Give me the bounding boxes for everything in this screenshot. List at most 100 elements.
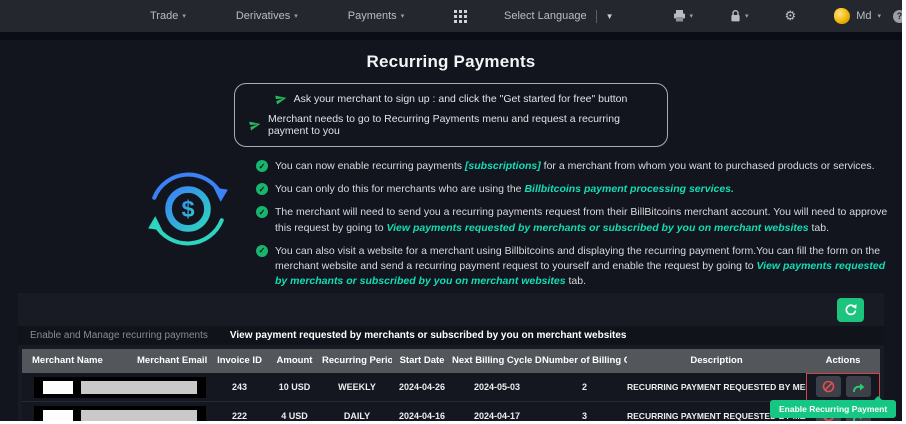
settings-button[interactable]: ⚙ <box>785 8 797 24</box>
avatar <box>834 8 851 24</box>
paper-plane-icon <box>249 121 261 131</box>
tab-bar: Enable and Manage recurring payments Vie… <box>18 325 884 345</box>
cell-invoice-id: 243 <box>231 381 248 392</box>
info-text: Merchant needs to go to Recurring Paymen… <box>268 113 620 137</box>
username: Md <box>856 10 872 22</box>
chevron-down-icon: ▾ <box>294 13 298 20</box>
col-actions: Actions <box>825 355 861 367</box>
intro-section: $ ✓ You can now enable recurring payment… <box>142 159 902 290</box>
cell-start-date: 2024-04-16 <box>398 410 446 421</box>
cell-start-date: 2024-04-26 <box>398 381 446 392</box>
bullet-text: tab. <box>565 275 587 288</box>
bullet-highlight: [subscriptions] <box>464 160 541 172</box>
enable-recurring-button[interactable] <box>845 376 871 398</box>
list-item: ✓ You can only do this for merchants who… <box>256 182 892 197</box>
ban-icon <box>822 380 834 393</box>
bullet-list: ✓ You can now enable recurring payments … <box>256 159 892 290</box>
nav-trade[interactable]: Trade ▾ <box>150 10 186 22</box>
bullet-text: for a merchant from whom you want to pur… <box>540 160 875 172</box>
list-item: ✓ You can now enable recurring payments … <box>256 159 892 174</box>
main-nav: Trade ▾ Derivatives ▾ Payments ▾ <box>150 9 468 23</box>
table-header: Merchant Name Merchant Email Invoice ID … <box>22 348 880 373</box>
col-description: Description <box>690 355 743 367</box>
bullet-highlight: Billbitcoins payment processing services… <box>524 183 734 196</box>
nav-payments-label: Payments <box>347 10 397 22</box>
help-icon[interactable]: ? <box>893 9 902 23</box>
list-item: ✓ The merchant will need to send you a r… <box>256 205 892 235</box>
cell-actions <box>806 372 880 401</box>
redo-arrow-icon <box>853 382 865 392</box>
col-num-cycles: Number of Billing Cycles <box>542 355 627 367</box>
cell-description: RECURRING PAYMENT REQUESTED BY MERCHANT <box>627 381 806 392</box>
info-line: Merchant needs to go to Recurring Paymen… <box>249 113 653 137</box>
bullet-text: tab. <box>808 221 830 234</box>
info-box: Ask your merchant to sign up : and click… <box>234 83 668 147</box>
recurring-payments-panel: Enable and Manage recurring payments Vie… <box>18 292 897 421</box>
refresh-button[interactable] <box>837 297 864 322</box>
refresh-icon <box>844 303 857 315</box>
language-label: Select Language <box>504 10 587 22</box>
info-line: Ask your merchant to sign up : and click… <box>249 93 653 105</box>
chevron-down-icon: ▾ <box>689 13 694 20</box>
cell-invoice-id: 222 <box>231 410 248 421</box>
tab-enable-manage[interactable]: Enable and Manage recurring payments <box>30 330 208 341</box>
divider <box>595 9 597 23</box>
paper-plane-icon <box>274 95 287 105</box>
cell-next-billing: 2024-05-03 <box>473 381 521 392</box>
col-merchant-email: Merchant Email <box>137 355 208 367</box>
col-merchant-name: Merchant Name <box>32 355 103 367</box>
page-title: Recurring Payments <box>366 52 536 71</box>
printer-menu[interactable]: ▾ <box>672 9 694 23</box>
bullet-text: You can only do this for merchants who a… <box>275 183 525 196</box>
col-invoice-id: Invoice ID <box>217 355 262 367</box>
security-menu[interactable]: ▾ <box>729 9 749 23</box>
chevron-down-icon: ▾ <box>400 13 405 20</box>
check-circle-icon: ✓ <box>256 206 268 219</box>
apps-grid-icon[interactable] <box>454 9 468 23</box>
tab-view-requested[interactable]: View payment requested by merchants or s… <box>230 330 627 341</box>
cell-next-billing: 2024-04-17 <box>473 410 521 421</box>
top-navbar: Trade ▾ Derivatives ▾ Payments ▾ Select … <box>0 0 902 32</box>
check-circle-icon: ✓ <box>256 160 268 172</box>
cancel-recurring-button[interactable] <box>815 376 841 398</box>
col-recurring-period: Recurring Period <box>322 355 392 367</box>
col-next-billing: Next Billing Cycle Date <box>452 355 542 367</box>
cell-num-cycles: 2 <box>581 381 587 392</box>
lock-icon <box>731 10 740 22</box>
nav-derivatives-label: Derivatives <box>235 10 291 22</box>
svg-text:$: $ <box>181 196 194 222</box>
nav-derivatives[interactable]: Derivatives ▾ <box>236 10 298 22</box>
col-amount: Amount <box>276 355 313 367</box>
list-item: ✓ You can also visit a website for a mer… <box>256 244 892 290</box>
cell-num-cycles: 3 <box>581 410 587 421</box>
chevron-down-icon: ▾ <box>745 13 749 20</box>
cell-recurring-period: DAILY <box>343 410 371 421</box>
language-selector[interactable]: Select Language ▼ <box>504 9 614 23</box>
cell-amount: 4 USD <box>281 410 308 421</box>
check-circle-icon: ✓ <box>256 244 268 257</box>
check-circle-icon: ✓ <box>256 183 268 196</box>
cell-recurring-period: WEEKLY <box>338 381 376 392</box>
chevron-down-icon: ▼ <box>605 11 614 21</box>
user-menu[interactable]: Md ▾ <box>834 8 881 24</box>
bullet-link[interactable]: View payments requested by merchants or … <box>387 222 809 234</box>
nav-trade-label: Trade <box>150 10 179 22</box>
divider <box>0 32 902 40</box>
nav-payments[interactable]: Payments ▾ <box>348 10 404 22</box>
bullet-text: You can now enable recurring payments <box>275 160 465 172</box>
navbar-right: Select Language ▼ ▾ ▾ ⚙ Md ▾ ? <box>504 8 902 24</box>
enable-recurring-tooltip: Enable Recurring Payment <box>770 395 897 418</box>
app-window: Trade ▾ Derivatives ▾ Payments ▾ Select … <box>0 0 902 421</box>
table-row: 243 10 USD WEEKLY 2024-04-26 2024-05-03 … <box>22 372 880 402</box>
main-content: Recurring Payments Ask your merchant to … <box>0 40 902 421</box>
info-text: Ask your merchant to sign up : and click… <box>293 93 628 105</box>
gear-icon: ⚙ <box>784 8 797 23</box>
recurring-dollar-icon: $ <box>142 163 234 290</box>
chevron-down-icon: ▾ <box>877 13 881 20</box>
printer-icon <box>673 10 685 22</box>
recurring-payments-table: Merchant Name Merchant Email Invoice ID … <box>22 348 880 421</box>
redacted-merchant-info <box>34 405 206 421</box>
redacted-merchant-info <box>34 376 206 398</box>
table-row: 222 4 USD DAILY 2024-04-16 2024-04-17 3 … <box>22 401 880 421</box>
cell-amount: 10 USD <box>278 381 311 392</box>
